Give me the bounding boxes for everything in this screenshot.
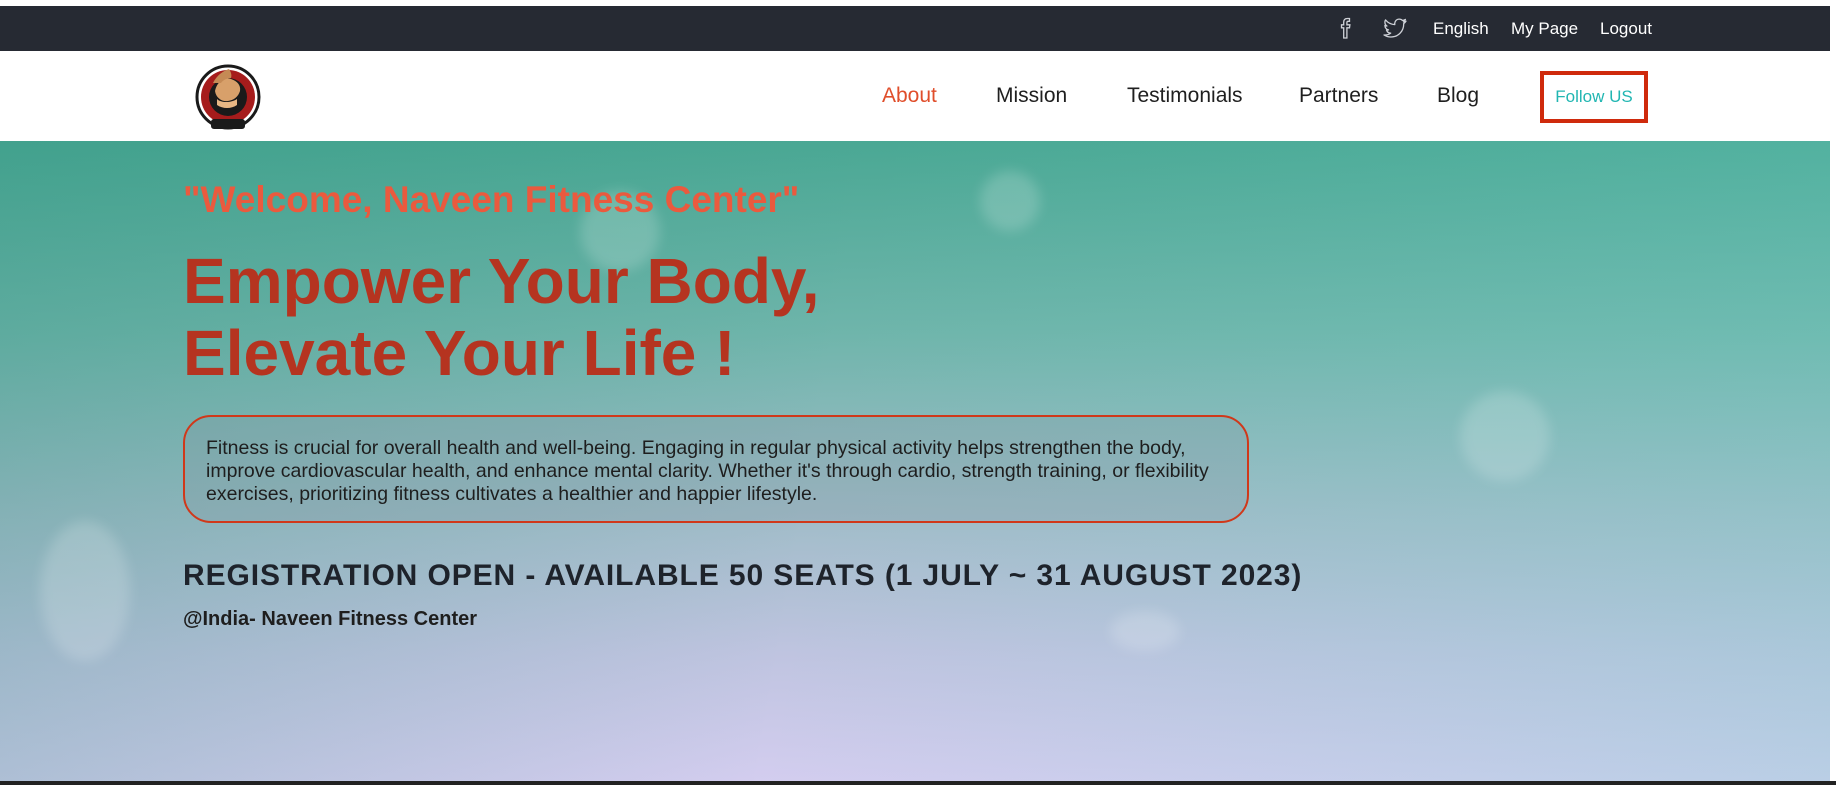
my-page-link[interactable]: My Page: [1511, 19, 1578, 39]
bokeh-light: [40, 521, 130, 661]
nav-mission[interactable]: Mission: [996, 84, 1067, 108]
bokeh-light: [1110, 611, 1180, 651]
facebook-icon[interactable]: [1333, 14, 1361, 42]
logout-link[interactable]: Logout: [1600, 19, 1652, 39]
nav-partners[interactable]: Partners: [1299, 84, 1378, 108]
twitter-icon[interactable]: [1381, 14, 1409, 42]
nav-about[interactable]: About: [882, 84, 937, 108]
description-box: Fitness is crucial for overall health an…: [183, 415, 1249, 523]
nav-testimonials[interactable]: Testimonials: [1127, 84, 1243, 108]
language-link[interactable]: English: [1433, 19, 1489, 39]
bokeh-light: [980, 171, 1040, 231]
main-navbar: About Mission Testimonials Partners Blog…: [0, 51, 1836, 141]
hero-headline: Empower Your Body, Elevate Your Life !: [183, 245, 820, 389]
bottom-border: [0, 781, 1836, 785]
logo[interactable]: [195, 59, 261, 133]
top-bar: English My Page Logout: [0, 6, 1836, 51]
description-text: Fitness is crucial for overall health an…: [206, 437, 1209, 505]
follow-us-button[interactable]: Follow US: [1540, 71, 1648, 123]
nav-blog[interactable]: Blog: [1437, 84, 1479, 108]
hero-section: "Welcome, Naveen Fitness Center" Empower…: [0, 141, 1830, 781]
right-edge: [1830, 0, 1836, 785]
bokeh-light: [1460, 391, 1550, 481]
headline-line-2: Elevate Your Life !: [183, 317, 736, 389]
location-text: @India- Naveen Fitness Center: [183, 608, 478, 630]
welcome-heading: "Welcome, Naveen Fitness Center": [183, 179, 800, 220]
headline-line-1: Empower Your Body,: [183, 245, 820, 317]
registration-banner: REGISTRATION OPEN - AVAILABLE 50 SEATS (…: [183, 559, 1303, 592]
